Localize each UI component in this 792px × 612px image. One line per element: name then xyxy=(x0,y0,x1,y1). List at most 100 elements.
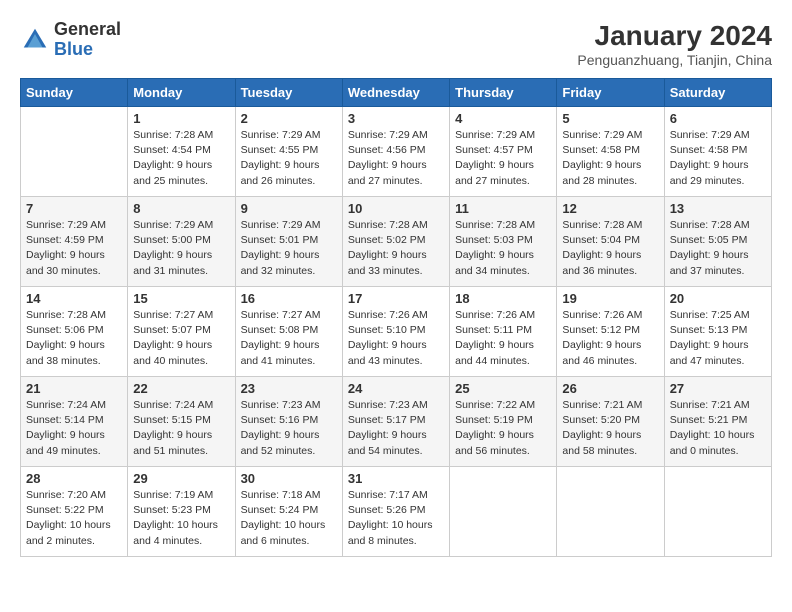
day-number: 14 xyxy=(26,291,122,306)
day-info: Sunrise: 7:29 AMSunset: 5:01 PMDaylight:… xyxy=(241,218,337,279)
calendar-cell: 28 Sunrise: 7:20 AMSunset: 5:22 PMDayligh… xyxy=(21,467,128,557)
day-number: 20 xyxy=(670,291,766,306)
calendar-cell: 8Sunrise: 7:29 AMSunset: 5:00 PMDaylight… xyxy=(128,197,235,287)
title-block: January 2024 Penguanzhuang, Tianjin, Chi… xyxy=(577,20,772,68)
logo: General Blue xyxy=(20,20,121,60)
day-number: 2 xyxy=(241,111,337,126)
calendar-cell: 18Sunrise: 7:26 AMSunset: 5:11 PMDayligh… xyxy=(450,287,557,377)
calendar-cell: 5 Sunrise: 7:29 AMSunset: 4:58 PMDaylight… xyxy=(557,107,664,197)
weekday-header-thursday: Thursday xyxy=(450,79,557,107)
day-info: Sunrise: 7:23 AMSunset: 5:16 PMDaylight:… xyxy=(241,398,337,459)
day-info: Sunrise: 7:20 AMSunset: 5:22 PMDaylight:… xyxy=(26,488,122,549)
day-number: 4 xyxy=(455,111,551,126)
day-info: Sunrise: 7:29 AMSunset: 4:57 PMDaylight:… xyxy=(455,128,551,189)
day-number: 25 xyxy=(455,381,551,396)
weekday-header-row: SundayMondayTuesdayWednesdayThursdayFrid… xyxy=(21,79,772,107)
day-number: 27 xyxy=(670,381,766,396)
day-number: 17 xyxy=(348,291,444,306)
day-number: 3 xyxy=(348,111,444,126)
location: Penguanzhuang, Tianjin, China xyxy=(577,52,772,68)
calendar-cell: 24 Sunrise: 7:23 AMSunset: 5:17 PMDayligh… xyxy=(342,377,449,467)
calendar-cell: 6 Sunrise: 7:29 AMSunset: 4:58 PMDaylight… xyxy=(664,107,771,197)
calendar-cell xyxy=(21,107,128,197)
day-info: Sunrise: 7:28 AMSunset: 5:02 PMDaylight:… xyxy=(348,218,444,279)
week-row-3: 14 Sunrise: 7:28 AMSunset: 5:06 PMDayligh… xyxy=(21,287,772,377)
calendar-cell: 1 Sunrise: 7:28 AMSunset: 4:54 PMDaylight… xyxy=(128,107,235,197)
calendar-cell: 23 Sunrise: 7:23 AMSunset: 5:16 PMDayligh… xyxy=(235,377,342,467)
day-info: Sunrise: 7:29 AMSunset: 4:58 PMDaylight:… xyxy=(562,128,658,189)
calendar-cell: 26Sunrise: 7:21 AMSunset: 5:20 PMDayligh… xyxy=(557,377,664,467)
day-number: 30 xyxy=(241,471,337,486)
day-number: 23 xyxy=(241,381,337,396)
day-number: 24 xyxy=(348,381,444,396)
day-info: Sunrise: 7:26 AMSunset: 5:12 PMDaylight:… xyxy=(562,308,658,369)
calendar-cell: 20 Sunrise: 7:25 AMSunset: 5:13 PMDayligh… xyxy=(664,287,771,377)
day-info: Sunrise: 7:25 AMSunset: 5:13 PMDaylight:… xyxy=(670,308,766,369)
day-info: Sunrise: 7:19 AMSunset: 5:23 PMDaylight:… xyxy=(133,488,229,549)
calendar-cell xyxy=(557,467,664,557)
day-number: 31 xyxy=(348,471,444,486)
day-number: 16 xyxy=(241,291,337,306)
day-info: Sunrise: 7:29 AMSunset: 4:55 PMDaylight:… xyxy=(241,128,337,189)
calendar-cell: 30 Sunrise: 7:18 AMSunset: 5:24 PMDayligh… xyxy=(235,467,342,557)
day-info: Sunrise: 7:28 AMSunset: 5:05 PMDaylight:… xyxy=(670,218,766,279)
day-info: Sunrise: 7:26 AMSunset: 5:10 PMDaylight:… xyxy=(348,308,444,369)
day-info: Sunrise: 7:28 AMSunset: 5:03 PMDaylight:… xyxy=(455,218,551,279)
month-year: January 2024 xyxy=(577,20,772,52)
weekday-header-friday: Friday xyxy=(557,79,664,107)
day-info: Sunrise: 7:21 AMSunset: 5:21 PMDaylight:… xyxy=(670,398,766,459)
week-row-5: 28 Sunrise: 7:20 AMSunset: 5:22 PMDayligh… xyxy=(21,467,772,557)
day-info: Sunrise: 7:29 AMSunset: 4:58 PMDaylight:… xyxy=(670,128,766,189)
day-number: 10 xyxy=(348,201,444,216)
day-number: 9 xyxy=(241,201,337,216)
week-row-4: 21Sunrise: 7:24 AMSunset: 5:14 PMDayligh… xyxy=(21,377,772,467)
calendar-cell: 11 Sunrise: 7:28 AMSunset: 5:03 PMDayligh… xyxy=(450,197,557,287)
calendar-table: SundayMondayTuesdayWednesdayThursdayFrid… xyxy=(20,78,772,557)
weekday-header-saturday: Saturday xyxy=(664,79,771,107)
calendar-cell: 4 Sunrise: 7:29 AMSunset: 4:57 PMDaylight… xyxy=(450,107,557,197)
day-number: 29 xyxy=(133,471,229,486)
calendar-cell: 21Sunrise: 7:24 AMSunset: 5:14 PMDayligh… xyxy=(21,377,128,467)
day-number: 15 xyxy=(133,291,229,306)
calendar-cell: 13Sunrise: 7:28 AMSunset: 5:05 PMDayligh… xyxy=(664,197,771,287)
weekday-header-monday: Monday xyxy=(128,79,235,107)
calendar-cell: 31Sunrise: 7:17 AMSunset: 5:26 PMDayligh… xyxy=(342,467,449,557)
week-row-1: 1 Sunrise: 7:28 AMSunset: 4:54 PMDaylight… xyxy=(21,107,772,197)
day-info: Sunrise: 7:24 AMSunset: 5:14 PMDaylight:… xyxy=(26,398,122,459)
day-number: 22 xyxy=(133,381,229,396)
weekday-header-wednesday: Wednesday xyxy=(342,79,449,107)
week-row-2: 7Sunrise: 7:29 AMSunset: 4:59 PMDaylight… xyxy=(21,197,772,287)
calendar-cell: 14 Sunrise: 7:28 AMSunset: 5:06 PMDayligh… xyxy=(21,287,128,377)
day-number: 26 xyxy=(562,381,658,396)
logo-blue: Blue xyxy=(54,40,121,60)
calendar-cell: 16 Sunrise: 7:27 AMSunset: 5:08 PMDayligh… xyxy=(235,287,342,377)
day-info: Sunrise: 7:28 AMSunset: 5:06 PMDaylight:… xyxy=(26,308,122,369)
day-info: Sunrise: 7:28 AMSunset: 5:04 PMDaylight:… xyxy=(562,218,658,279)
weekday-header-tuesday: Tuesday xyxy=(235,79,342,107)
calendar-cell: 22Sunrise: 7:24 AMSunset: 5:15 PMDayligh… xyxy=(128,377,235,467)
day-info: Sunrise: 7:28 AMSunset: 4:54 PMDaylight:… xyxy=(133,128,229,189)
day-info: Sunrise: 7:27 AMSunset: 5:08 PMDaylight:… xyxy=(241,308,337,369)
day-number: 28 xyxy=(26,471,122,486)
day-info: Sunrise: 7:23 AMSunset: 5:17 PMDaylight:… xyxy=(348,398,444,459)
day-number: 7 xyxy=(26,201,122,216)
day-info: Sunrise: 7:18 AMSunset: 5:24 PMDaylight:… xyxy=(241,488,337,549)
day-number: 6 xyxy=(670,111,766,126)
logo-general: General xyxy=(54,20,121,40)
day-number: 5 xyxy=(562,111,658,126)
day-number: 1 xyxy=(133,111,229,126)
calendar-cell: 3Sunrise: 7:29 AMSunset: 4:56 PMDaylight… xyxy=(342,107,449,197)
calendar-cell xyxy=(664,467,771,557)
logo-text: General Blue xyxy=(54,20,121,60)
weekday-header-sunday: Sunday xyxy=(21,79,128,107)
calendar-cell: 29 Sunrise: 7:19 AMSunset: 5:23 PMDayligh… xyxy=(128,467,235,557)
day-number: 12 xyxy=(562,201,658,216)
day-number: 8 xyxy=(133,201,229,216)
page-header: General Blue January 2024 Penguanzhuang,… xyxy=(20,20,772,68)
calendar-cell: 7Sunrise: 7:29 AMSunset: 4:59 PMDaylight… xyxy=(21,197,128,287)
day-number: 19 xyxy=(562,291,658,306)
day-info: Sunrise: 7:26 AMSunset: 5:11 PMDaylight:… xyxy=(455,308,551,369)
calendar-cell: 17 Sunrise: 7:26 AMSunset: 5:10 PMDayligh… xyxy=(342,287,449,377)
day-info: Sunrise: 7:27 AMSunset: 5:07 PMDaylight:… xyxy=(133,308,229,369)
day-number: 11 xyxy=(455,201,551,216)
